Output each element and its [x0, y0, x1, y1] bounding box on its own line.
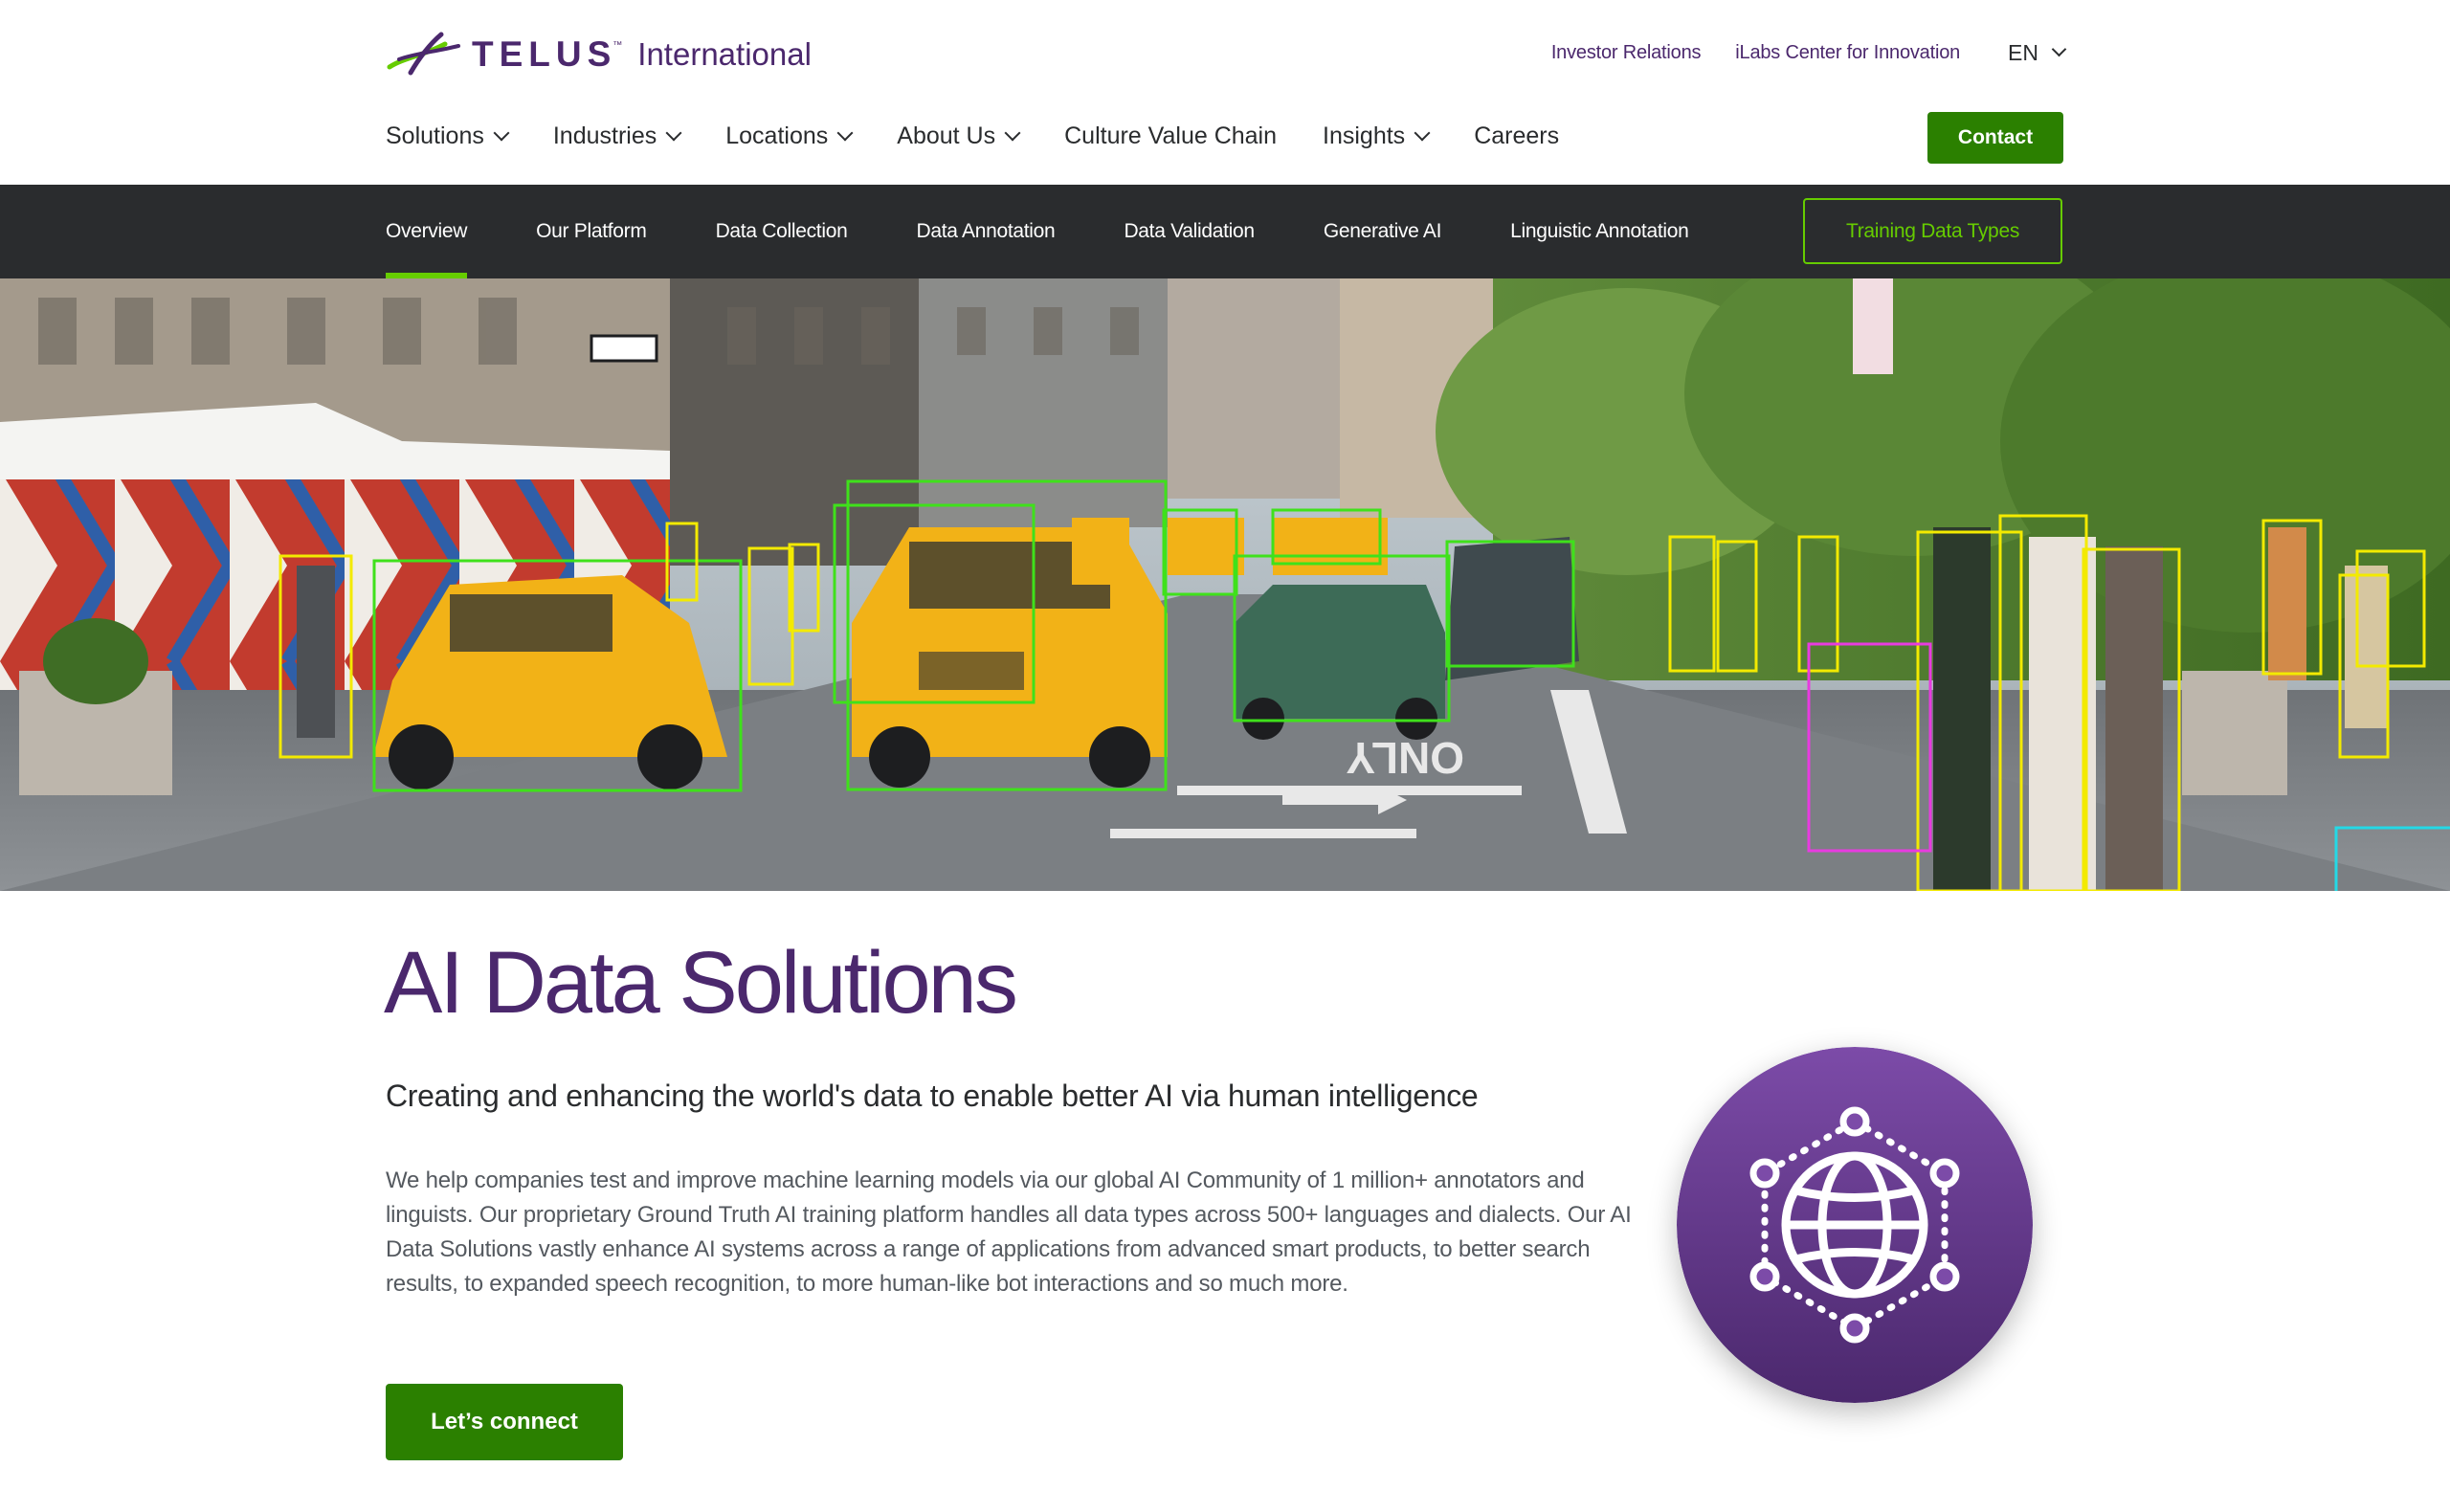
- nav-item-culture-value-chain[interactable]: Culture Value Chain: [1064, 122, 1277, 150]
- subnav-item-data-annotation[interactable]: Data Annotation: [916, 185, 1055, 278]
- page-subtitle: Creating and enhancing the world's data …: [386, 1078, 1479, 1113]
- chevron-down-icon: [836, 124, 854, 141]
- subnav-item-our-platform[interactable]: Our Platform: [536, 185, 647, 278]
- nav-item-label: Culture Value Chain: [1064, 122, 1278, 149]
- nav-item-solutions[interactable]: Solutions: [386, 122, 510, 150]
- nav-item-insights[interactable]: Insights: [1323, 122, 1431, 150]
- green-car: [1235, 585, 1445, 740]
- subnav-item-generative-ai[interactable]: Generative AI: [1324, 185, 1442, 278]
- language-label: EN: [2008, 40, 2038, 65]
- language-selector[interactable]: EN: [2008, 40, 2067, 66]
- chevron-down-icon: [665, 124, 682, 141]
- logo-subtitle: International: [637, 36, 812, 72]
- hero-image: ONLY: [0, 278, 2450, 891]
- one-way-sign: [590, 334, 658, 363]
- subnav-item-linguistic-annotation[interactable]: Linguistic Annotation: [1510, 185, 1689, 278]
- telus-international-logo[interactable]: TELUS ™ International: [386, 31, 812, 78]
- subnav-item-overview[interactable]: Overview: [386, 185, 467, 278]
- investor-relations-link[interactable]: Investor Relations: [1551, 42, 1702, 64]
- training-data-types-button[interactable]: Training Data Types: [1803, 198, 2062, 264]
- nav-item-label: Insights: [1323, 122, 1406, 149]
- telus-leaf-icon: [387, 32, 460, 76]
- site-header: TELUS ™ International Investor Relations…: [0, 0, 2450, 185]
- nav-item-label: Solutions: [386, 122, 484, 149]
- nav-item-label: Locations: [725, 122, 829, 149]
- pedestrian-left: [297, 566, 335, 738]
- nav-item-about-us[interactable]: About Us: [897, 122, 1021, 150]
- street-scene-illustration: ONLY: [0, 278, 2450, 891]
- nav-item-industries[interactable]: Industries: [552, 122, 682, 150]
- utility-nav: Investor Relations iLabs Center for Inno…: [1551, 40, 2067, 66]
- nav-item-label: Careers: [1474, 122, 1560, 149]
- contact-button[interactable]: Contact: [1927, 112, 2063, 164]
- nav-item-label: Industries: [552, 122, 657, 149]
- lets-connect-button[interactable]: Let’s connect: [386, 1384, 623, 1460]
- nav-item-locations[interactable]: Locations: [725, 122, 854, 150]
- globe-network-icon: [1677, 1047, 2033, 1403]
- nav-item-label: About Us: [897, 122, 996, 149]
- street-banner: [1853, 278, 1893, 374]
- subnav-item-data-validation[interactable]: Data Validation: [1124, 185, 1255, 278]
- road-marking-text: ONLY: [1346, 733, 1464, 783]
- trademark-mark: ™: [612, 39, 623, 51]
- chevron-down-icon: [493, 124, 510, 141]
- chevron-down-icon: [1414, 124, 1431, 141]
- subnav-item-data-collection[interactable]: Data Collection: [716, 185, 848, 278]
- intro-paragraph: We help companies test and improve machi…: [386, 1167, 1632, 1297]
- chevron-down-icon: [1004, 124, 1021, 141]
- sub-nav: Overview Our Platform Data Collection Da…: [0, 185, 2450, 278]
- logo-wordmark: TELUS: [472, 34, 617, 74]
- ilabs-link[interactable]: iLabs Center for Innovation: [1735, 42, 1960, 64]
- nav-item-careers[interactable]: Careers: [1474, 122, 1559, 150]
- main-nav: Solutions Industries Locations About Us …: [386, 122, 1605, 150]
- page-title: AI Data Solutions: [384, 934, 1018, 1032]
- chevron-down-icon: [2051, 41, 2067, 57]
